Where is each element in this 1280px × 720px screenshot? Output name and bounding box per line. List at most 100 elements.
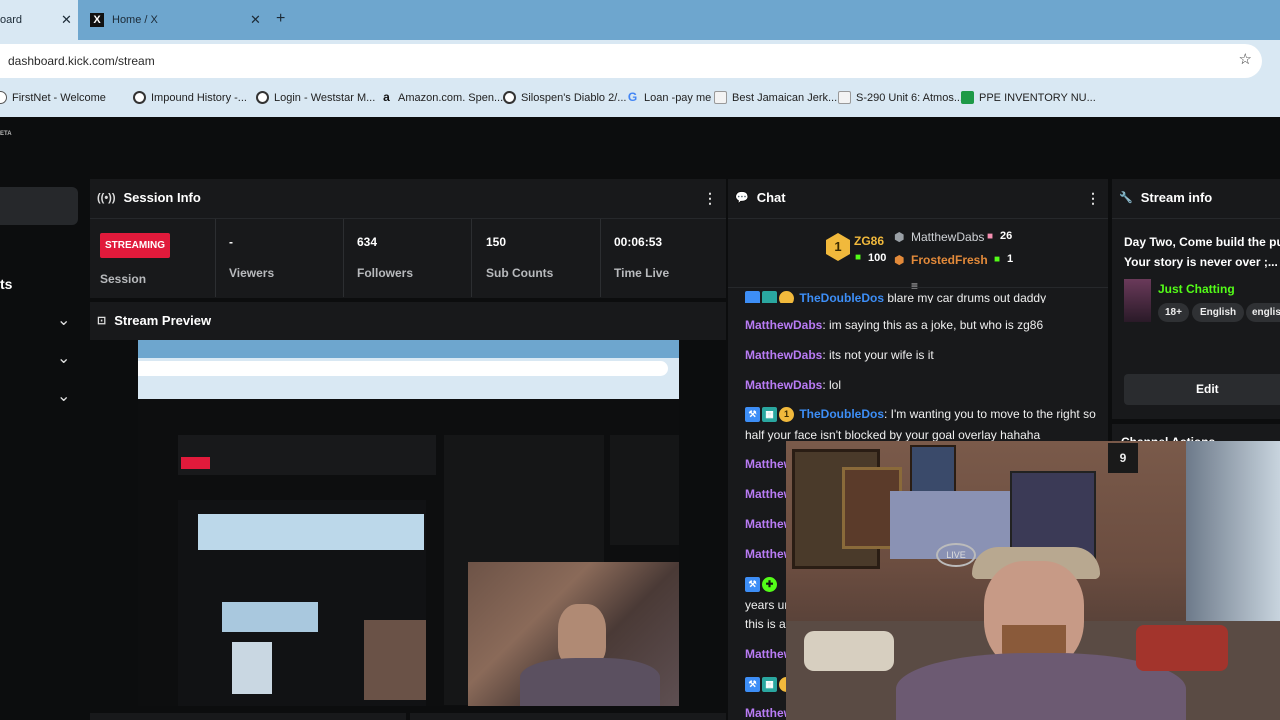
panel-title: Chat [756, 190, 786, 205]
panel-title: Stream info [1140, 190, 1213, 205]
chat-message: TheDoubleDos blare my car drums out dadd… [745, 291, 1046, 303]
bookmarks-bar: FirstNet - Welcome Impound History -... … [0, 82, 1280, 117]
session-info-header: ((•)) Session Info [97, 190, 201, 205]
bookmark-item[interactable]: Silospen's Diablo 2/... [503, 91, 626, 104]
pillow [804, 631, 894, 671]
gifter-badge-icon: 1 [779, 407, 794, 423]
amazon-icon: a [383, 90, 390, 104]
chat-text: blare my car drums out daddy [887, 291, 1047, 303]
edit-button[interactable]: Edit [1124, 374, 1280, 405]
chat-username[interactable]: MatthewDabs [745, 378, 822, 392]
gift-icon: ■ [994, 254, 1001, 265]
chat-username[interactable]: MatthewDabs [745, 318, 822, 332]
bookmark-item[interactable]: Best Jamaican Jerk... [714, 91, 837, 104]
stat-label: Followers [357, 266, 414, 280]
chat-username[interactable]: TheDoubleDos [799, 407, 884, 421]
panel-edge [90, 713, 406, 720]
sidebar-active-item[interactable] [0, 187, 78, 225]
chevron-down-icon[interactable]: ⌄ [57, 351, 71, 367]
gifter-name[interactable]: FrostedFresh [911, 253, 988, 267]
bookmark-item[interactable]: Impound History -... [133, 91, 247, 104]
top-gifter-count: 100 [868, 252, 887, 264]
chat-text: : im saying this as a joke, but who is z… [822, 318, 1044, 332]
gift-icon: ■ [855, 252, 862, 263]
bookmark-item[interactable]: S-290 Unit 6: Atmos... [838, 91, 963, 104]
more-options-icon[interactable]: ⋮ [1086, 190, 1100, 207]
moderator-icon: ⚒ [745, 677, 760, 693]
tab-home-x[interactable]: X Home / X ✕ [86, 0, 266, 40]
divider [343, 219, 344, 297]
page-icon [838, 91, 851, 104]
live-sign: LIVE [936, 543, 976, 567]
bookmark-label: PPE INVENTORY NU... [979, 91, 1096, 104]
preview-info [610, 435, 679, 545]
webcam-overlay: LIVE 9 [786, 441, 1280, 720]
more-options-icon[interactable]: ⋮ [703, 190, 717, 207]
bookmark-item[interactable]: a Amazon.com. Spen... [380, 91, 503, 104]
bookmark-label: Best Jamaican Jerk... [732, 91, 838, 104]
divider [600, 219, 601, 297]
chat-username[interactable]: MatthewDabs [745, 348, 822, 362]
preview-url [138, 361, 668, 376]
gifter-name[interactable]: MatthewDabs [911, 230, 984, 244]
preview-inner-browser [198, 514, 424, 550]
category-thumbnail[interactable] [1124, 279, 1151, 322]
bookmark-item[interactable]: Login - Weststar M... [256, 91, 375, 104]
tag-chip: 18+ [1158, 303, 1189, 322]
stat-value: 150 [486, 235, 507, 249]
stream-preview-video[interactable] [138, 340, 679, 706]
tab-dashboard[interactable]: oard ✕ [0, 0, 78, 40]
stat-value: 634 [357, 235, 378, 249]
chat-username[interactable]: TheDoubleDos [799, 291, 884, 303]
bookmark-label: Amazon.com. Spen... [398, 91, 504, 104]
divider [471, 219, 472, 297]
preview-badge [181, 457, 210, 469]
gift-sub-icon: ✚ [762, 577, 777, 593]
status-badge: STREAMING [100, 233, 170, 258]
close-tab-icon[interactable]: ✕ [250, 12, 261, 28]
chat-text: years ur [745, 598, 789, 612]
bookmark-item[interactable]: G Loan -pay me [626, 91, 711, 104]
stat-label: Viewers [229, 266, 275, 280]
tab-title: oard [0, 14, 23, 26]
chat-message: ⚒ ▦ 1 TheDoubleDos: I'm wanting you to mov… [745, 407, 1096, 423]
google-icon: G [627, 90, 638, 104]
bookmark-item[interactable]: FirstNet - Welcome [0, 91, 106, 104]
badge-icon [745, 291, 760, 303]
gifter-count: 1 [1007, 253, 1014, 265]
chat-message: MatthewDabs: lol [745, 378, 841, 392]
address-bar-row: dashboard.kick.com/stream ☆ [0, 40, 1280, 82]
stat-label: Sub Counts [486, 266, 554, 280]
chat-text: : lol [822, 378, 842, 392]
close-tab-icon[interactable]: ✕ [61, 12, 72, 28]
category-link[interactable]: Just Chatting [1158, 282, 1235, 296]
chevron-down-icon[interactable]: ⌄ [57, 389, 71, 405]
rank-two-icon: ⬢ [894, 230, 905, 244]
preview-face [558, 604, 606, 666]
stream-preview-header: ⊡ Stream Preview [97, 313, 211, 328]
bookmark-star-icon[interactable]: ☆ [1239, 50, 1252, 68]
badge-icon [762, 291, 777, 303]
bookmark-label: FirstNet - Welcome [12, 91, 106, 104]
stream-info-header: 🔧 Stream info [1119, 190, 1212, 205]
stream-title: Day Two, Come build the pur [1124, 235, 1280, 249]
badge-icon [779, 291, 794, 303]
tag-chip: English [1192, 303, 1245, 322]
moderator-icon: ⚒ [745, 577, 760, 593]
new-tab-button[interactable]: + [276, 10, 285, 28]
chat-message-continued: half your face isn't blocked by your goa… [745, 428, 1041, 442]
bookmark-label: Silospen's Diablo 2/... [521, 91, 627, 104]
gifter-count: 26 [1000, 230, 1013, 242]
chevron-down-icon[interactable]: ⌄ [57, 313, 71, 329]
pillow [1136, 625, 1228, 671]
broadcast-icon: ((•)) [97, 191, 116, 204]
wrench-icon: 🔧 [1119, 192, 1133, 204]
page-icon [714, 91, 727, 104]
bookmark-item[interactable]: PPE INVENTORY NU... [961, 91, 1096, 104]
address-bar[interactable]: dashboard.kick.com/stream [0, 44, 1262, 78]
top-gifter-name[interactable]: ZG86 [854, 234, 884, 248]
preview-shirt [520, 658, 660, 706]
rank-three-icon: ⬢ [894, 253, 905, 267]
chat-text: : its not your wife is it [822, 348, 934, 362]
preview-nested [222, 602, 318, 632]
